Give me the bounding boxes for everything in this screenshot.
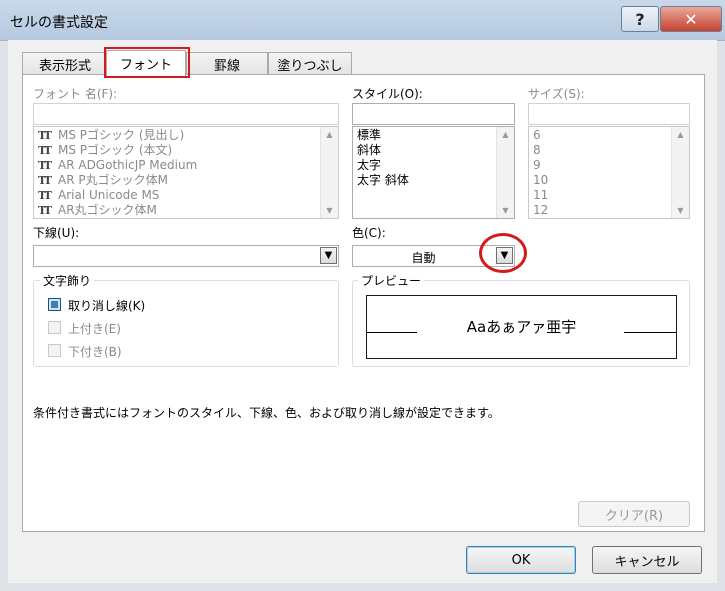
subscript-label[interactable]: 下付き(B) [68,343,122,360]
list-item[interactable]: 11 [529,188,689,203]
list-item[interactable]: 太字 斜体 [353,173,514,188]
scroll-down-icon[interactable]: ▼ [321,203,338,218]
cancel-button[interactable]: キャンセル [592,546,702,574]
style-input[interactable] [352,103,515,125]
font-name-list[interactable]: TT MS Pゴシック (見出し) TT MS Pゴシック (本文) TT AR AD… [33,126,339,219]
style-list[interactable]: 標準 斜体 太字 太字 斜体 ▲ ▼ [352,126,515,219]
preview-sample-text: Aaあぁアァ亜宇 [466,318,577,336]
size-list[interactable]: 6 8 9 10 11 12 ▲ ▼ [528,126,690,219]
title-bar: セルの書式設定 ? ✕ [0,0,725,41]
truetype-font-icon: TT [38,189,52,202]
scroll-down-icon[interactable]: ▼ [672,203,689,218]
list-item[interactable]: 斜体 [353,143,514,158]
truetype-font-icon: TT [38,144,52,157]
size-list-scrollbar[interactable]: ▲ ▼ [671,127,689,218]
clear-button[interactable]: クリア(R) [578,501,690,527]
style-list-scrollbar[interactable]: ▲ ▼ [496,127,514,218]
chevron-down-icon[interactable]: ▼ [496,247,513,264]
color-value: 自動 [411,251,436,265]
truetype-font-icon: TT [38,174,52,187]
subscript-checkbox[interactable] [48,344,61,357]
truetype-font-icon: TT [38,159,52,172]
list-item[interactable]: TT AR P丸ゴシック体M [34,173,338,188]
color-label: 色(C): [352,226,386,240]
size-label: サイズ(S): [528,87,585,101]
list-item[interactable]: TT AR丸ゴシック体M [34,203,338,218]
scroll-up-icon[interactable]: ▲ [672,127,689,142]
tab-font[interactable]: フォント [106,50,186,76]
list-item[interactable]: 9 [529,158,689,173]
preview-box: Aaあぁアァ亜宇 [366,295,677,359]
list-item[interactable]: 8 [529,143,689,158]
color-select[interactable]: 自動 ▼ [352,245,515,267]
chevron-down-icon[interactable]: ▼ [320,247,337,264]
list-item[interactable]: 標準 [353,128,514,143]
info-text: 条件付き書式にはフォントのスタイル、下線、色、および取り消し線が設定できます。 [33,406,500,420]
list-item[interactable]: 12 [529,203,689,218]
preview-group-title: プレビュー [358,272,425,289]
scroll-up-icon[interactable]: ▲ [497,127,514,142]
tab-number-format[interactable]: 表示形式 [22,52,108,75]
list-item[interactable]: 太字 [353,158,514,173]
superscript-checkbox[interactable] [48,321,61,334]
list-item[interactable]: 6 [529,128,689,143]
help-button[interactable]: ? [621,6,659,32]
font-name-label: フォント 名(F): [33,87,118,101]
window-title: セルの書式設定 [10,15,108,31]
help-icon: ? [635,9,645,29]
list-item[interactable]: TT AR ADGothicJP Medium [34,158,338,173]
superscript-label[interactable]: 上付き(E) [68,320,121,337]
effects-group-title: 文字飾り [40,272,95,289]
list-item[interactable]: TT Arial Unicode MS [34,188,338,203]
list-item[interactable]: TT MS Pゴシック (見出し) [34,128,338,143]
scroll-up-icon[interactable]: ▲ [321,127,338,142]
tab-fill[interactable]: 塗りつぶし [268,52,352,75]
truetype-font-icon: TT [38,129,52,142]
close-icon: ✕ [684,9,698,29]
scroll-down-icon[interactable]: ▼ [497,203,514,218]
strikethrough-label[interactable]: 取り消し線(K) [68,297,145,314]
style-label: スタイル(O): [352,87,423,101]
font-name-input[interactable] [33,103,339,125]
ok-button[interactable]: OK [466,546,576,574]
strikethrough-checkbox[interactable] [48,298,61,311]
list-item[interactable]: TT MS Pゴシック (本文) [34,143,338,158]
underline-label: 下線(U): [33,226,80,240]
truetype-font-icon: TT [38,204,52,217]
font-list-scrollbar[interactable]: ▲ ▼ [320,127,338,218]
size-input[interactable] [528,103,690,125]
underline-select[interactable]: ▼ [33,245,339,267]
list-item[interactable]: 10 [529,173,689,188]
tab-border[interactable]: 罫線 [186,52,268,75]
close-button[interactable]: ✕ [660,6,722,32]
